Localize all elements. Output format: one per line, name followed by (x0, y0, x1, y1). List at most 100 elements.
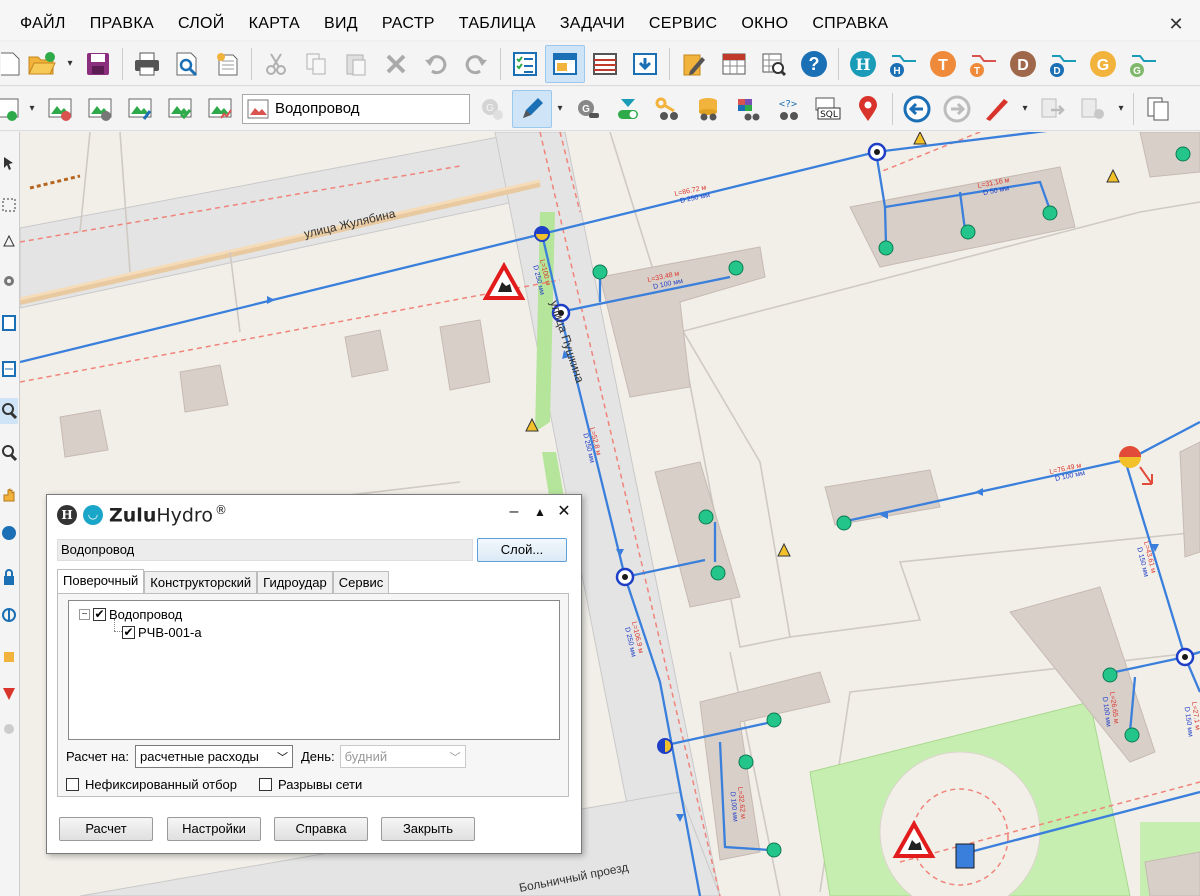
help-icon[interactable]: ? (794, 45, 834, 83)
import-icon[interactable] (1073, 90, 1113, 128)
go-to-object-icon[interactable]: G (472, 90, 512, 128)
menu-service[interactable]: СЕРВИС (637, 8, 729, 40)
tree-root-checkbox[interactable]: ✔ (93, 607, 106, 621)
tree-item-child[interactable]: ✔ РЧВ-001-а (122, 623, 202, 641)
unfixed-draw-checkbox[interactable] (66, 777, 79, 791)
add-layer-icon[interactable] (0, 90, 24, 128)
active-layer-combo[interactable]: Водопровод (242, 93, 470, 124)
day-select[interactable]: будний ﹀ (339, 744, 466, 768)
help-button[interactable]: Справка (274, 817, 368, 841)
calc-button[interactable]: Расчет (59, 817, 153, 841)
save-icon[interactable] (78, 45, 118, 83)
calc-mode-select[interactable]: расчетные расходы ﹀ (134, 744, 293, 768)
hydro-d-icon[interactable]: D (1003, 45, 1043, 83)
add-layer-dropdown-icon[interactable]: ▾ (24, 90, 40, 128)
edit-dropdown-icon[interactable]: ▾ (552, 90, 568, 128)
key-search-icon[interactable] (648, 90, 688, 128)
cut-icon[interactable] (256, 45, 296, 83)
zoom-out-tool-icon[interactable] (0, 440, 18, 466)
select-area-tool-icon[interactable] (0, 228, 18, 254)
close-button[interactable]: Закрыть (381, 817, 475, 841)
menu-raster[interactable]: РАСТР (370, 8, 447, 40)
back-arrow-icon[interactable] (897, 90, 937, 128)
window-tool-icon[interactable] (0, 310, 18, 336)
select-rect-tool-icon[interactable] (0, 192, 18, 218)
forward-arrow-icon[interactable] (937, 90, 977, 128)
tab-verification[interactable]: Поверочный (57, 569, 145, 594)
dialog-titlebar[interactable]: H ◡ ZuluHydro ® – ▲ ✕ (47, 495, 581, 533)
switch-toggle-icon[interactable] (608, 90, 648, 128)
network-tree[interactable]: − ✔ Водопровод ✔ РЧВ-001-а (68, 600, 560, 740)
menu-layer[interactable]: СЛОЙ (166, 8, 237, 40)
hydro-g-icon[interactable]: G (1083, 45, 1123, 83)
menu-map[interactable]: КАРТА (237, 8, 312, 40)
document-copy-icon[interactable] (1138, 90, 1178, 128)
hydro-h-icon[interactable]: H (843, 45, 883, 83)
open-dropdown-icon[interactable]: ▾ (62, 45, 78, 83)
tab-service[interactable]: Сервис (332, 571, 390, 594)
arrow-down-tool-icon[interactable] (0, 680, 18, 706)
paste-icon[interactable] (336, 45, 376, 83)
print-icon[interactable] (127, 45, 167, 83)
settings-button[interactable]: Настройки (167, 817, 261, 841)
remove-layer-icon[interactable] (40, 90, 80, 128)
menu-table[interactable]: ТАБЛИЦА (447, 8, 548, 40)
close-icon[interactable]: ✕ (553, 501, 575, 523)
open-folder-icon[interactable] (22, 45, 62, 83)
gear-tool-icon[interactable] (0, 268, 18, 294)
menu-file[interactable]: ФАЙЛ (0, 8, 78, 40)
color-grid-icon[interactable] (728, 90, 768, 128)
pointer-tool-icon[interactable] (0, 150, 18, 176)
export-icon[interactable] (1033, 90, 1073, 128)
window-close-icon[interactable]: ✕ (1160, 8, 1192, 40)
new-file-icon[interactable] (0, 45, 22, 83)
measure-ruler-icon[interactable] (977, 90, 1017, 128)
collapse-up-icon[interactable]: ▲ (529, 501, 551, 523)
hydro-g-graph-icon[interactable]: G (1123, 45, 1163, 83)
tree-child-checkbox[interactable]: ✔ (122, 625, 135, 639)
menu-edit[interactable]: ПРАВКА (78, 8, 166, 40)
window-tool-2-icon[interactable] (0, 356, 18, 382)
remove-object-icon[interactable]: G (568, 90, 608, 128)
layers-panel-icon[interactable] (545, 44, 585, 83)
hydro-h-graph-icon[interactable]: H (883, 45, 923, 83)
sql-query-icon[interactable]: SQL (808, 90, 848, 128)
tree-collapse-icon[interactable]: − (79, 608, 90, 620)
menu-tasks[interactable]: ЗАДАЧИ (548, 8, 637, 40)
marker-tool-icon[interactable] (0, 644, 18, 670)
info-tool-icon[interactable] (0, 520, 18, 546)
minimize-icon[interactable]: – (503, 501, 525, 523)
menu-view[interactable]: ВИД (312, 8, 370, 40)
delete-icon[interactable] (376, 45, 416, 83)
table-view-icon[interactable] (585, 45, 625, 83)
lock-tool-icon[interactable] (0, 564, 18, 590)
hydro-t-graph-icon[interactable]: T (963, 45, 1003, 83)
query-icon[interactable]: <?> (768, 90, 808, 128)
network-breaks-checkbox[interactable] (259, 777, 273, 791)
download-panel-icon[interactable] (625, 45, 665, 83)
layer-button[interactable]: Слой... (477, 538, 567, 562)
layer-settings-icon[interactable] (80, 90, 120, 128)
pan-hand-tool-icon[interactable] (0, 482, 18, 508)
hydro-d-graph-icon[interactable]: D (1043, 45, 1083, 83)
search-table-icon[interactable] (754, 45, 794, 83)
undo-icon[interactable] (416, 45, 456, 83)
tree-item-root[interactable]: − ✔ Водопровод (79, 605, 182, 623)
edit-pencil-icon[interactable] (512, 89, 552, 128)
tab-design[interactable]: Конструкторский (144, 571, 258, 594)
spreadsheet-icon[interactable] (714, 45, 754, 83)
target-tool-icon[interactable] (0, 602, 18, 628)
tab-water-hammer[interactable]: Гидроудар (257, 571, 333, 594)
checklist-icon[interactable] (505, 45, 545, 83)
hydro-t-icon[interactable]: T (923, 45, 963, 83)
page-setup-icon[interactable] (207, 45, 247, 83)
layer-check-icon[interactable] (160, 90, 200, 128)
print-preview-icon[interactable] (167, 45, 207, 83)
menu-help[interactable]: СПРАВКА (800, 8, 900, 40)
measure-dropdown-icon[interactable]: ▾ (1017, 90, 1033, 128)
import-dropdown-icon[interactable]: ▾ (1113, 90, 1129, 128)
edit-document-icon[interactable] (674, 45, 714, 83)
database-search-icon[interactable] (688, 90, 728, 128)
map-pin-icon[interactable] (848, 90, 888, 128)
disabled-tool-icon[interactable] (0, 716, 18, 742)
